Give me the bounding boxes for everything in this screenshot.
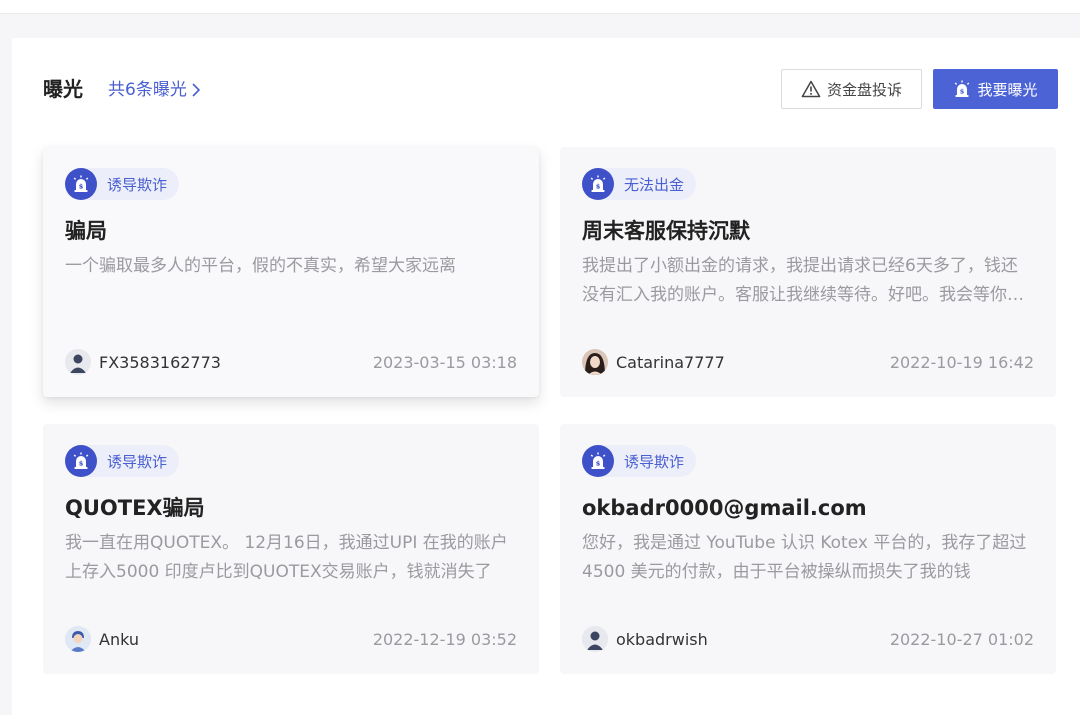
svg-text:$: $ (79, 183, 84, 191)
alarm-siren-icon: $ (65, 168, 97, 200)
card-description: 一个骗取最多人的平台，假的不真实，希望大家远离 (65, 256, 456, 276)
author-name: okbadrwish (616, 629, 708, 649)
alarm-siren-icon: $ (65, 445, 97, 477)
card-title[interactable]: QUOTEX骗局 (65, 494, 525, 522)
post-time: 2022-10-19 16:42 (889, 352, 1034, 372)
author-name: FX3583162773 (99, 352, 221, 372)
ponzi-complaint-button[interactable]: 资金盘投诉 (781, 69, 922, 109)
card-description: 我提出了小额出金的请求，我提出请求已经6天多了，钱还没有汇入我的账户。客服让我继… (582, 256, 1024, 305)
card-title[interactable]: okbadr0000@gmail.com (582, 494, 1042, 522)
card-description: 我一直在用QUOTEX。 12月16日，我通过UPI 在我的账户上存入5000 … (65, 533, 508, 582)
exposure-card[interactable]: $ 诱导欺诈 骗局 一个骗取最多人的平台，假的不真实，希望大家远离 FX3583… (43, 147, 539, 397)
category-tag: $ 诱导欺诈 (65, 168, 180, 200)
post-time: 2022-10-27 01:02 (889, 629, 1034, 649)
exposure-count-label: 共6条曝光 (108, 80, 187, 100)
alarm-siren-icon: $ (582, 168, 614, 200)
category-tag-label: 诱导欺诈 (624, 452, 685, 471)
svg-text:$: $ (960, 88, 965, 96)
default-user-icon (65, 349, 91, 375)
exposure-card[interactable]: $ 诱导欺诈 QUOTEX骗局 我一直在用QUOTEX。 12月16日，我通过U… (43, 424, 539, 674)
card-title[interactable]: 骗局 (65, 217, 525, 245)
exposure-panel: 曝光 共6条曝光 资金盘投诉 $ 我要曝光 $ 诱导欺诈 骗局 一个骗取最多人的… (12, 38, 1080, 715)
default-user-icon (582, 626, 608, 652)
cartoon-avatar-icon (65, 626, 91, 652)
author-name: Anku (99, 629, 139, 649)
svg-text:$: $ (596, 460, 601, 468)
card-author[interactable]: Anku (65, 626, 139, 652)
card-footer: Anku 2022-12-19 03:52 (65, 626, 517, 652)
category-tag-label: 无法出金 (624, 175, 685, 194)
card-author[interactable]: Catarina7777 (582, 349, 725, 375)
warning-icon (801, 80, 821, 98)
exposure-count-link[interactable]: 共6条曝光 (108, 78, 201, 102)
card-footer: Catarina7777 2022-10-19 16:42 (582, 349, 1034, 375)
expose-button[interactable]: $ 我要曝光 (933, 69, 1058, 109)
chevron-right-icon (192, 83, 200, 97)
category-tag-label: 诱导欺诈 (107, 452, 168, 471)
author-name: Catarina7777 (616, 352, 725, 372)
panel-header: 曝光 共6条曝光 资金盘投诉 $ 我要曝光 (12, 38, 1080, 140)
exposure-card[interactable]: $ 无法出金 周末客服保持沉默 我提出了小额出金的请求，我提出请求已经6天多了，… (560, 147, 1056, 397)
alarm-siren-icon: $ (582, 445, 614, 477)
post-time: 2022-12-19 03:52 (372, 629, 517, 649)
post-time: 2023-03-15 03:18 (372, 352, 517, 372)
svg-text:$: $ (79, 460, 84, 468)
photo-avatar-icon (582, 349, 608, 375)
ponzi-complaint-label: 资金盘投诉 (826, 80, 902, 99)
category-tag-label: 诱导欺诈 (107, 175, 168, 194)
card-footer: FX3583162773 2023-03-15 03:18 (65, 349, 517, 375)
card-author[interactable]: FX3583162773 (65, 349, 221, 375)
exposure-card[interactable]: $ 诱导欺诈 okbadr0000@gmail.com 您好，我是通过 YouT… (560, 424, 1056, 674)
card-description: 您好，我是通过 YouTube 认识 Kotex 平台的，我存了超过 4500 … (582, 533, 1027, 582)
page-title: 曝光 (43, 77, 83, 101)
svg-text:$: $ (596, 183, 601, 191)
alarm-siren-icon: $ (955, 80, 970, 97)
card-footer: okbadrwish 2022-10-27 01:02 (582, 626, 1034, 652)
card-title[interactable]: 周末客服保持沉默 (582, 217, 1042, 245)
category-tag: $ 无法出金 (582, 168, 697, 200)
expose-label: 我要曝光 (977, 80, 1038, 99)
category-tag: $ 诱导欺诈 (65, 445, 180, 477)
top-strip (0, 0, 1080, 14)
card-author[interactable]: okbadrwish (582, 626, 708, 652)
category-tag: $ 诱导欺诈 (582, 445, 697, 477)
